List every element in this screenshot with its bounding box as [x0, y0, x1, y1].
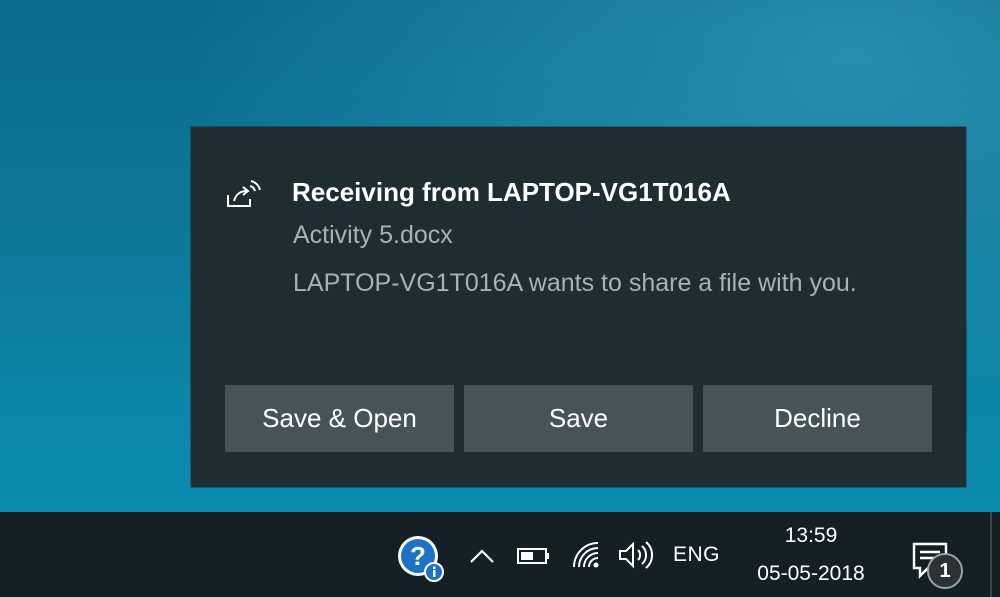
nearby-share-icon: [227, 180, 261, 207]
clock-time[interactable]: 13:59: [740, 524, 882, 548]
notification-count-badge: 1: [927, 553, 963, 589]
clock-date[interactable]: 05-05-2018: [740, 562, 882, 586]
taskbar: ? ENG 13:59 05-05-2018: [0, 512, 1000, 597]
input-language[interactable]: ENG: [673, 543, 720, 567]
svg-text:?: ?: [410, 541, 426, 571]
wifi-icon[interactable]: [571, 540, 605, 570]
volume-icon[interactable]: [617, 540, 655, 570]
notification-title: Receiving from LAPTOP-VG1T016A: [292, 177, 731, 207]
battery-icon[interactable]: [517, 546, 551, 566]
decline-button[interactable]: Decline: [703, 385, 932, 452]
chevron-up-icon[interactable]: [467, 544, 497, 568]
notification-message: LAPTOP-VG1T016A wants to share a file wi…: [293, 269, 857, 297]
file-name: Activity 5.docx: [293, 221, 453, 249]
save-button[interactable]: Save: [464, 385, 693, 452]
file-share-notification: Receiving from LAPTOP-VG1T016A Activity …: [191, 127, 966, 487]
help-icon[interactable]: ?: [396, 534, 446, 584]
save-and-open-button[interactable]: Save & Open: [225, 385, 454, 452]
show-desktop-button[interactable]: [990, 512, 992, 597]
